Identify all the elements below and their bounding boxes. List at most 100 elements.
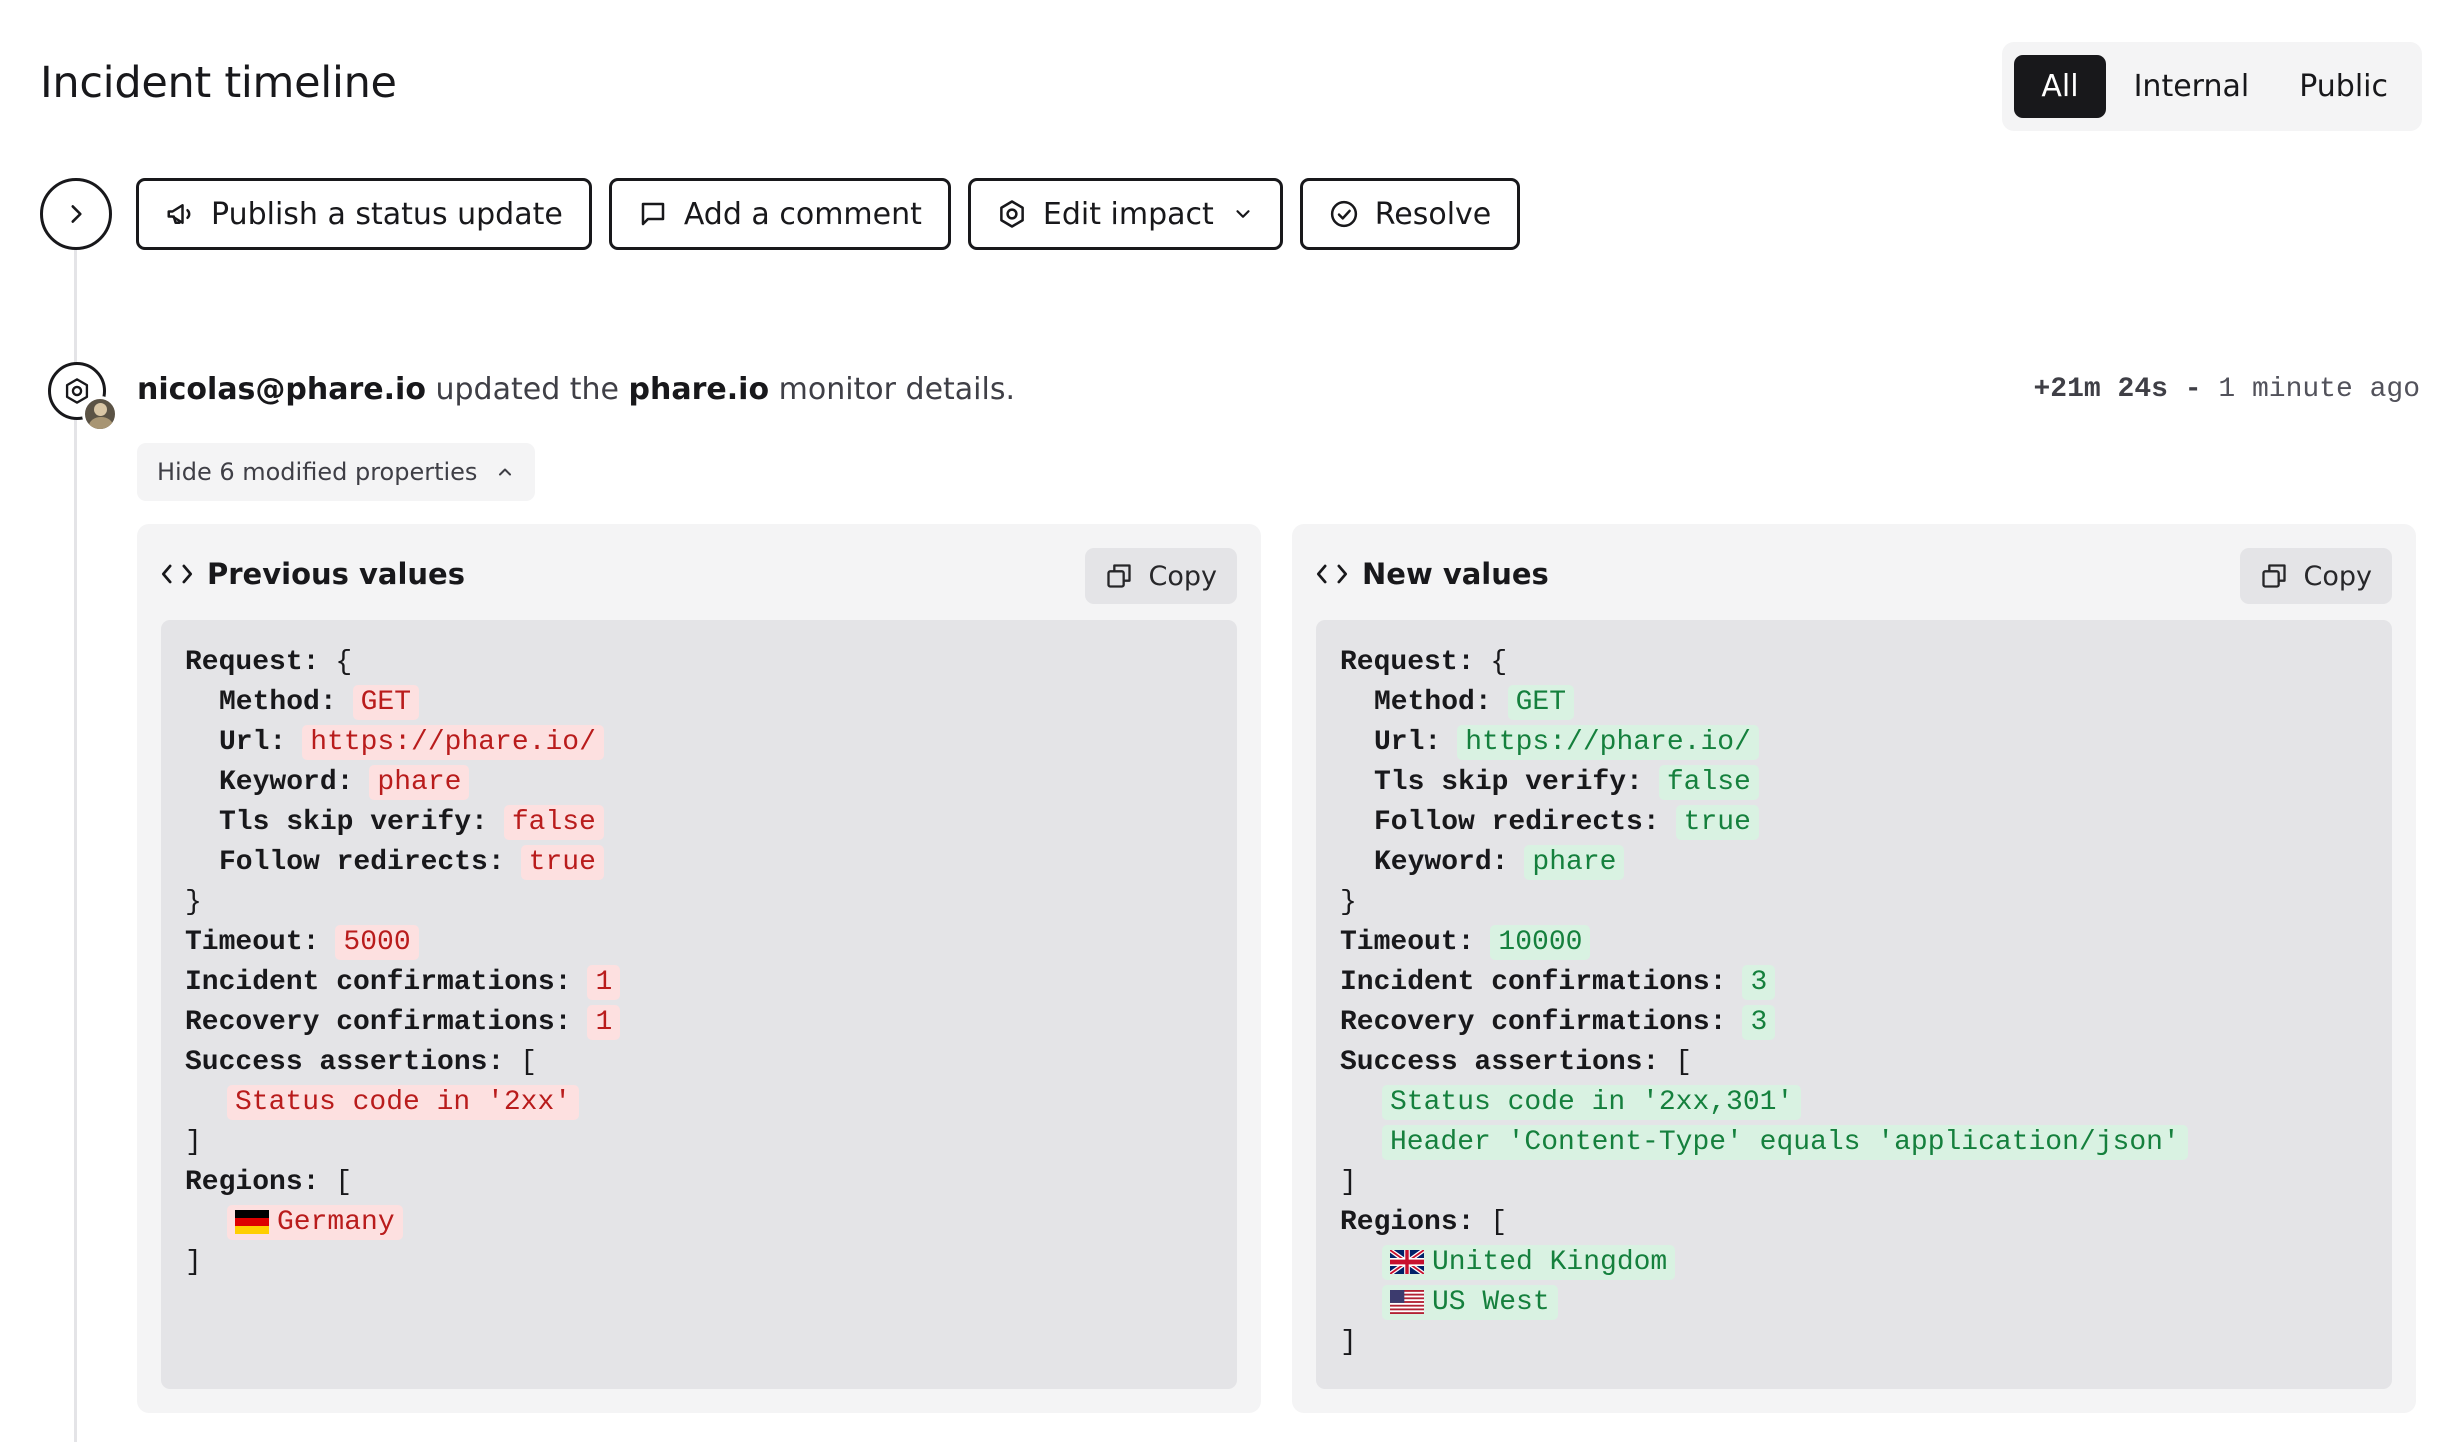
timeout-key: Timeout: (1340, 926, 1475, 958)
follow-redirects-value: true (1675, 804, 1759, 840)
request-key: Request: (1340, 646, 1475, 678)
event-time-separator: - (2184, 374, 2202, 405)
url-value: https://phare.io/ (1457, 724, 1759, 760)
impact-icon (1000, 200, 1024, 228)
code-line: Follow redirects: true (185, 842, 1213, 882)
incident-confirmations-key: Incident confirmations: (185, 966, 572, 998)
recovery-confirmations-key: Recovery confirmations: (1340, 1006, 1727, 1038)
incident-confirmations-value: 1 (587, 964, 621, 1000)
code-line: Regions: [ (1340, 1202, 2368, 1242)
code-line: Method: GET (1340, 682, 2368, 722)
filter-all-button[interactable]: All (2014, 55, 2106, 118)
hide-modified-properties-button[interactable]: Hide 6 modified properties (137, 443, 536, 501)
code-line: Incident confirmations: 1 (185, 962, 1213, 1002)
code-line: Follow redirects: true (1340, 802, 2368, 842)
region-name: Germany (277, 1206, 395, 1238)
code-line: ] (185, 1122, 1213, 1162)
code-line: Germany (185, 1202, 1213, 1242)
event-actor: nicolas@phare.io (137, 372, 426, 407)
code-line: Tls skip verify: false (185, 802, 1213, 842)
assertion-value: Header 'Content-Type' equals 'applicatio… (1382, 1124, 2188, 1160)
open-bracket: [ (520, 1046, 538, 1078)
method-key: Method: (1374, 686, 1492, 718)
code-line: Incident confirmations: 3 (1340, 962, 2368, 1002)
open-brace: { (335, 646, 353, 678)
method-value: GET (352, 684, 420, 720)
code-line: Header 'Content-Type' equals 'applicatio… (1340, 1122, 2368, 1162)
event-relative-time: 1 minute ago (2218, 374, 2420, 405)
code-line: Request: { (185, 642, 1213, 682)
code-line: ] (185, 1242, 1213, 1282)
resolve-label: Resolve (1374, 196, 1492, 232)
resolve-button[interactable]: Resolve (1299, 178, 1521, 250)
assertion-value: Status code in '2xx' (227, 1084, 580, 1120)
code-line: Url: https://phare.io/ (1340, 722, 2368, 762)
code-line: ] (1340, 1162, 2368, 1202)
chevron-up-icon (499, 468, 512, 476)
uk-flag-icon (1390, 1250, 1424, 1274)
expand-actions-button[interactable] (40, 178, 112, 250)
copy-icon (1106, 564, 1131, 588)
event-offset: +21m 24s (2033, 374, 2168, 405)
edit-impact-label: Edit impact (1042, 196, 1214, 232)
code-line: Success assertions: [ (185, 1042, 1213, 1082)
close-bracket: ] (1340, 1326, 1357, 1358)
follow-redirects-value: true (520, 844, 604, 880)
publish-status-update-button[interactable]: Publish a status update (136, 178, 592, 250)
code-icon (1316, 564, 1348, 584)
keyword-key: Keyword: (1374, 846, 1509, 878)
code-line: Status code in '2xx' (185, 1082, 1213, 1122)
megaphone-icon (167, 204, 191, 224)
code-line: Regions: [ (185, 1162, 1213, 1202)
method-value: GET (1507, 684, 1575, 720)
open-bracket: [ (335, 1166, 353, 1198)
hide-modified-properties-label: Hide 6 modified properties (157, 458, 478, 486)
edit-impact-button[interactable]: Edit impact (967, 178, 1283, 250)
keyword-key: Keyword: (219, 766, 354, 798)
add-comment-button[interactable]: Add a comment (608, 178, 951, 250)
timeout-key: Timeout: (185, 926, 320, 958)
event-timestamp: +21m 24s - 1 minute ago (2034, 374, 2421, 405)
incident-actions: Publish a status update Add a comment Ed… (136, 178, 1521, 250)
recovery-confirmations-key: Recovery confirmations: (185, 1006, 572, 1038)
assertion-value: Status code in '2xx,301' (1382, 1084, 1802, 1120)
region-name: United Kingdom (1432, 1246, 1668, 1278)
close-brace: } (185, 886, 202, 918)
copy-new-label: Copy (2303, 560, 2373, 592)
recovery-confirmations-value: 1 (587, 1004, 621, 1040)
tls-key: Tls skip verify: (219, 806, 488, 838)
copy-new-button[interactable]: Copy (2239, 548, 2392, 604)
add-comment-label: Add a comment (683, 196, 922, 232)
filter-internal-button[interactable]: Internal (2112, 55, 2272, 118)
code-line: Url: https://phare.io/ (185, 722, 1213, 762)
code-line: Method: GET (185, 682, 1213, 722)
code-line: } (185, 882, 1213, 922)
method-key: Method: (219, 686, 337, 718)
copy-previous-label: Copy (1148, 560, 1218, 592)
region-value: United Kingdom (1382, 1244, 1676, 1280)
event-target: phare.io (628, 372, 770, 407)
new-values-panel: New values Copy Request: { Method: GET Url… (1292, 524, 2416, 1413)
code-line: United Kingdom (1340, 1242, 2368, 1282)
open-bracket: [ (1490, 1206, 1508, 1238)
chevron-down-icon (1236, 210, 1250, 218)
filter-public-button[interactable]: Public (2277, 55, 2410, 118)
tls-value: false (1658, 764, 1759, 800)
new-values-title: New values (1316, 557, 1549, 591)
event-suffix: monitor details. (778, 372, 1016, 407)
chevron-right-icon (71, 205, 82, 223)
previous-values-panel: Previous values Copy Request: { Method: GE… (137, 524, 1261, 1413)
copy-previous-button[interactable]: Copy (1084, 548, 1237, 604)
code-line: Timeout: 5000 (185, 922, 1213, 962)
url-value: https://phare.io/ (302, 724, 604, 760)
new-values-label: New values (1362, 557, 1549, 591)
request-key: Request: (185, 646, 320, 678)
page-title: Incident timeline (40, 58, 397, 108)
code-line: Request: { (1340, 642, 2368, 682)
check-circle-icon (1330, 200, 1357, 228)
code-line: Recovery confirmations: 3 (1340, 1002, 2368, 1042)
region-name: US West (1432, 1286, 1550, 1318)
previous-values-code: Request: { Method: GET Url: https://phare.i… (161, 620, 1237, 1389)
keyword-value: phare (369, 764, 470, 800)
follow-redirects-key: Follow redirects: (219, 846, 505, 878)
